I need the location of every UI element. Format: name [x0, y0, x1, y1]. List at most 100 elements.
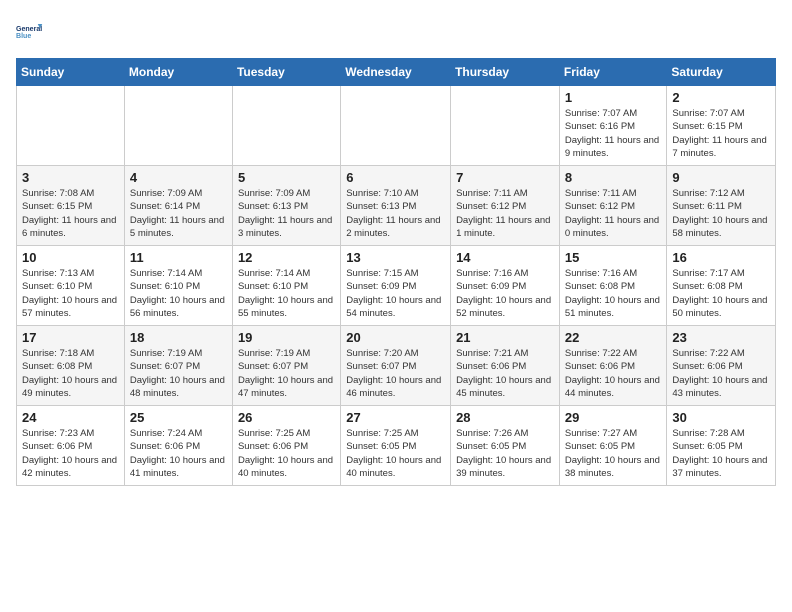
calendar-cell — [341, 86, 451, 166]
day-info: Sunrise: 7:10 AM Sunset: 6:13 PM Dayligh… — [346, 187, 445, 240]
logo: GeneralBlue — [16, 16, 48, 48]
day-number: 7 — [456, 170, 554, 185]
day-number: 28 — [456, 410, 554, 425]
day-number: 25 — [130, 410, 227, 425]
calendar-table: SundayMondayTuesdayWednesdayThursdayFrid… — [16, 58, 776, 486]
calendar-cell: 6 Sunrise: 7:10 AM Sunset: 6:13 PM Daylig… — [341, 166, 451, 246]
calendar-cell: 13 Sunrise: 7:15 AM Sunset: 6:09 PM Dayli… — [341, 246, 451, 326]
day-info: Sunrise: 7:14 AM Sunset: 6:10 PM Dayligh… — [130, 267, 227, 320]
calendar-cell: 27 Sunrise: 7:25 AM Sunset: 6:05 PM Dayli… — [341, 406, 451, 486]
calendar-cell: 17 Sunrise: 7:18 AM Sunset: 6:08 PM Dayli… — [17, 326, 125, 406]
calendar-cell: 5 Sunrise: 7:09 AM Sunset: 6:13 PM Daylig… — [232, 166, 340, 246]
weekday-header: Sunday — [17, 59, 125, 86]
calendar-cell: 11 Sunrise: 7:14 AM Sunset: 6:10 PM Dayli… — [124, 246, 232, 326]
day-number: 17 — [22, 330, 119, 345]
calendar-cell: 16 Sunrise: 7:17 AM Sunset: 6:08 PM Dayli… — [667, 246, 776, 326]
calendar-cell: 2 Sunrise: 7:07 AM Sunset: 6:15 PM Daylig… — [667, 86, 776, 166]
day-number: 1 — [565, 90, 662, 105]
calendar-cell — [451, 86, 560, 166]
calendar-cell: 26Sunrise: 7:25 AM Sunset: 6:06 PM Dayli… — [232, 406, 340, 486]
day-info: Sunrise: 7:07 AM Sunset: 6:16 PM Dayligh… — [565, 107, 662, 160]
day-info: Sunrise: 7:22 AM Sunset: 6:06 PM Dayligh… — [672, 347, 770, 400]
weekday-header: Thursday — [451, 59, 560, 86]
day-number: 23 — [672, 330, 770, 345]
calendar-cell: 7 Sunrise: 7:11 AM Sunset: 6:12 PM Daylig… — [451, 166, 560, 246]
calendar-cell: 30 Sunrise: 7:28 AM Sunset: 6:05 PM Dayli… — [667, 406, 776, 486]
day-number: 19 — [238, 330, 335, 345]
calendar-cell: 12Sunrise: 7:14 AM Sunset: 6:10 PM Dayli… — [232, 246, 340, 326]
calendar-cell: 4 Sunrise: 7:09 AM Sunset: 6:14 PM Daylig… — [124, 166, 232, 246]
day-number: 8 — [565, 170, 662, 185]
day-info: Sunrise: 7:22 AM Sunset: 6:06 PM Dayligh… — [565, 347, 662, 400]
svg-text:Blue: Blue — [16, 33, 31, 40]
calendar-cell: 25 Sunrise: 7:24 AM Sunset: 6:06 PM Dayli… — [124, 406, 232, 486]
calendar-cell — [17, 86, 125, 166]
calendar-cell: 18Sunrise: 7:19 AM Sunset: 6:07 PM Dayli… — [124, 326, 232, 406]
day-info: Sunrise: 7:23 AM Sunset: 6:06 PM Dayligh… — [22, 427, 119, 480]
day-info: Sunrise: 7:24 AM Sunset: 6:06 PM Dayligh… — [130, 427, 227, 480]
day-info: Sunrise: 7:11 AM Sunset: 6:12 PM Dayligh… — [456, 187, 554, 240]
day-number: 14 — [456, 250, 554, 265]
day-info: Sunrise: 7:21 AM Sunset: 6:06 PM Dayligh… — [456, 347, 554, 400]
weekday-header: Tuesday — [232, 59, 340, 86]
svg-text:General: General — [16, 26, 42, 33]
day-number: 9 — [672, 170, 770, 185]
day-info: Sunrise: 7:16 AM Sunset: 6:08 PM Dayligh… — [565, 267, 662, 320]
calendar-cell: 20 Sunrise: 7:20 AM Sunset: 6:07 PM Dayli… — [341, 326, 451, 406]
day-number: 27 — [346, 410, 445, 425]
calendar-cell: 1 Sunrise: 7:07 AM Sunset: 6:16 PM Daylig… — [559, 86, 667, 166]
day-info: Sunrise: 7:08 AM Sunset: 6:15 PM Dayligh… — [22, 187, 119, 240]
day-info: Sunrise: 7:18 AM Sunset: 6:08 PM Dayligh… — [22, 347, 119, 400]
day-number: 5 — [238, 170, 335, 185]
calendar-cell: 23 Sunrise: 7:22 AM Sunset: 6:06 PM Dayli… — [667, 326, 776, 406]
day-info: Sunrise: 7:15 AM Sunset: 6:09 PM Dayligh… — [346, 267, 445, 320]
calendar-cell — [124, 86, 232, 166]
day-number: 22 — [565, 330, 662, 345]
weekday-header: Saturday — [667, 59, 776, 86]
day-info: Sunrise: 7:16 AM Sunset: 6:09 PM Dayligh… — [456, 267, 554, 320]
day-number: 30 — [672, 410, 770, 425]
day-info: Sunrise: 7:19 AM Sunset: 6:07 PM Dayligh… — [238, 347, 335, 400]
day-info: Sunrise: 7:27 AM Sunset: 6:05 PM Dayligh… — [565, 427, 662, 480]
day-info: Sunrise: 7:12 AM Sunset: 6:11 PM Dayligh… — [672, 187, 770, 240]
day-info: Sunrise: 7:25 AM Sunset: 6:05 PM Dayligh… — [346, 427, 445, 480]
calendar-cell: 29 Sunrise: 7:27 AM Sunset: 6:05 PM Dayli… — [559, 406, 667, 486]
day-info: Sunrise: 7:07 AM Sunset: 6:15 PM Dayligh… — [672, 107, 770, 160]
day-number: 21 — [456, 330, 554, 345]
calendar-cell: 24 Sunrise: 7:23 AM Sunset: 6:06 PM Dayli… — [17, 406, 125, 486]
page-header: GeneralBlue — [16, 16, 776, 48]
calendar-cell: 19 Sunrise: 7:19 AM Sunset: 6:07 PM Dayli… — [232, 326, 340, 406]
day-number: 20 — [346, 330, 445, 345]
day-number: 12 — [238, 250, 335, 265]
day-number: 11 — [130, 250, 227, 265]
calendar-cell: 28 Sunrise: 7:26 AM Sunset: 6:05 PM Dayli… — [451, 406, 560, 486]
weekday-header: Wednesday — [341, 59, 451, 86]
day-number: 26 — [238, 410, 335, 425]
day-number: 4 — [130, 170, 227, 185]
calendar-cell: 9 Sunrise: 7:12 AM Sunset: 6:11 PM Daylig… — [667, 166, 776, 246]
day-info: Sunrise: 7:19 AM Sunset: 6:07 PM Dayligh… — [130, 347, 227, 400]
day-info: Sunrise: 7:28 AM Sunset: 6:05 PM Dayligh… — [672, 427, 770, 480]
day-number: 29 — [565, 410, 662, 425]
day-number: 16 — [672, 250, 770, 265]
day-number: 3 — [22, 170, 119, 185]
calendar-cell: 21 Sunrise: 7:21 AM Sunset: 6:06 PM Dayli… — [451, 326, 560, 406]
calendar-cell: 8Sunrise: 7:11 AM Sunset: 6:12 PM Daylig… — [559, 166, 667, 246]
calendar-cell: 3 Sunrise: 7:08 AM Sunset: 6:15 PM Daylig… — [17, 166, 125, 246]
day-number: 2 — [672, 90, 770, 105]
day-info: Sunrise: 7:09 AM Sunset: 6:14 PM Dayligh… — [130, 187, 227, 240]
day-info: Sunrise: 7:17 AM Sunset: 6:08 PM Dayligh… — [672, 267, 770, 320]
logo-icon: GeneralBlue — [16, 16, 48, 48]
calendar-cell: 22 Sunrise: 7:22 AM Sunset: 6:06 PM Dayli… — [559, 326, 667, 406]
weekday-header: Friday — [559, 59, 667, 86]
calendar-cell — [232, 86, 340, 166]
day-number: 13 — [346, 250, 445, 265]
day-info: Sunrise: 7:20 AM Sunset: 6:07 PM Dayligh… — [346, 347, 445, 400]
calendar-cell: 14 Sunrise: 7:16 AM Sunset: 6:09 PM Dayli… — [451, 246, 560, 326]
calendar-cell: 10Sunrise: 7:13 AM Sunset: 6:10 PM Dayli… — [17, 246, 125, 326]
day-info: Sunrise: 7:09 AM Sunset: 6:13 PM Dayligh… — [238, 187, 335, 240]
day-number: 24 — [22, 410, 119, 425]
day-number: 6 — [346, 170, 445, 185]
day-number: 15 — [565, 250, 662, 265]
day-info: Sunrise: 7:26 AM Sunset: 6:05 PM Dayligh… — [456, 427, 554, 480]
